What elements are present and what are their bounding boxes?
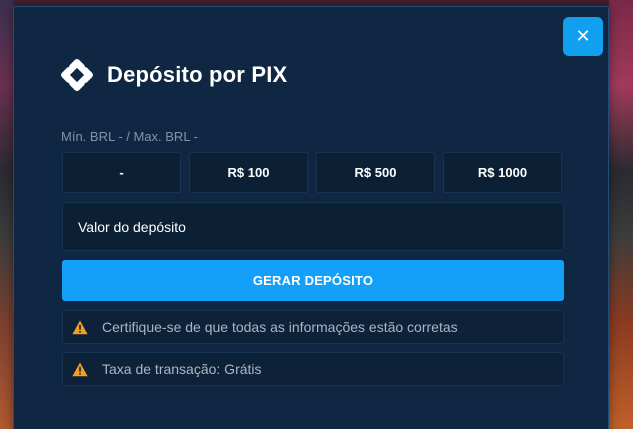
pix-deposit-modal: ✕ Depósito por PIX Mín. BRL - / Max. BRL… — [13, 6, 609, 429]
amount-option-100[interactable]: R$ 100 — [189, 152, 308, 193]
close-icon: ✕ — [575, 26, 591, 46]
background-strip-right — [609, 0, 633, 429]
notice-text: Certifique-se de que todas as informaçõe… — [102, 319, 458, 335]
pix-logo-icon — [61, 59, 93, 91]
notice-text: Taxa de transação: Grátis — [102, 361, 262, 377]
deposit-amount-input[interactable] — [62, 202, 564, 251]
fee-notice: Taxa de transação: Grátis — [62, 352, 564, 386]
close-button[interactable]: ✕ — [563, 17, 603, 56]
warning-icon — [72, 320, 88, 334]
amount-options: - R$ 100 R$ 500 R$ 1000 — [62, 152, 562, 193]
modal-title: Depósito por PIX — [107, 62, 288, 87]
warning-icon — [72, 362, 88, 376]
amount-option-min[interactable]: - — [62, 152, 181, 193]
deposit-limits: Mín. BRL - / Max. BRL - — [61, 129, 199, 144]
info-notice: Certifique-se de que todas as informaçõe… — [62, 310, 564, 344]
amount-option-500[interactable]: R$ 500 — [316, 152, 435, 193]
amount-option-1000[interactable]: R$ 1000 — [443, 152, 562, 193]
background-strip-left — [0, 0, 13, 429]
generate-deposit-button[interactable]: GERAR DEPÓSITO — [62, 260, 564, 301]
modal-header: Depósito por PIX — [61, 59, 287, 91]
